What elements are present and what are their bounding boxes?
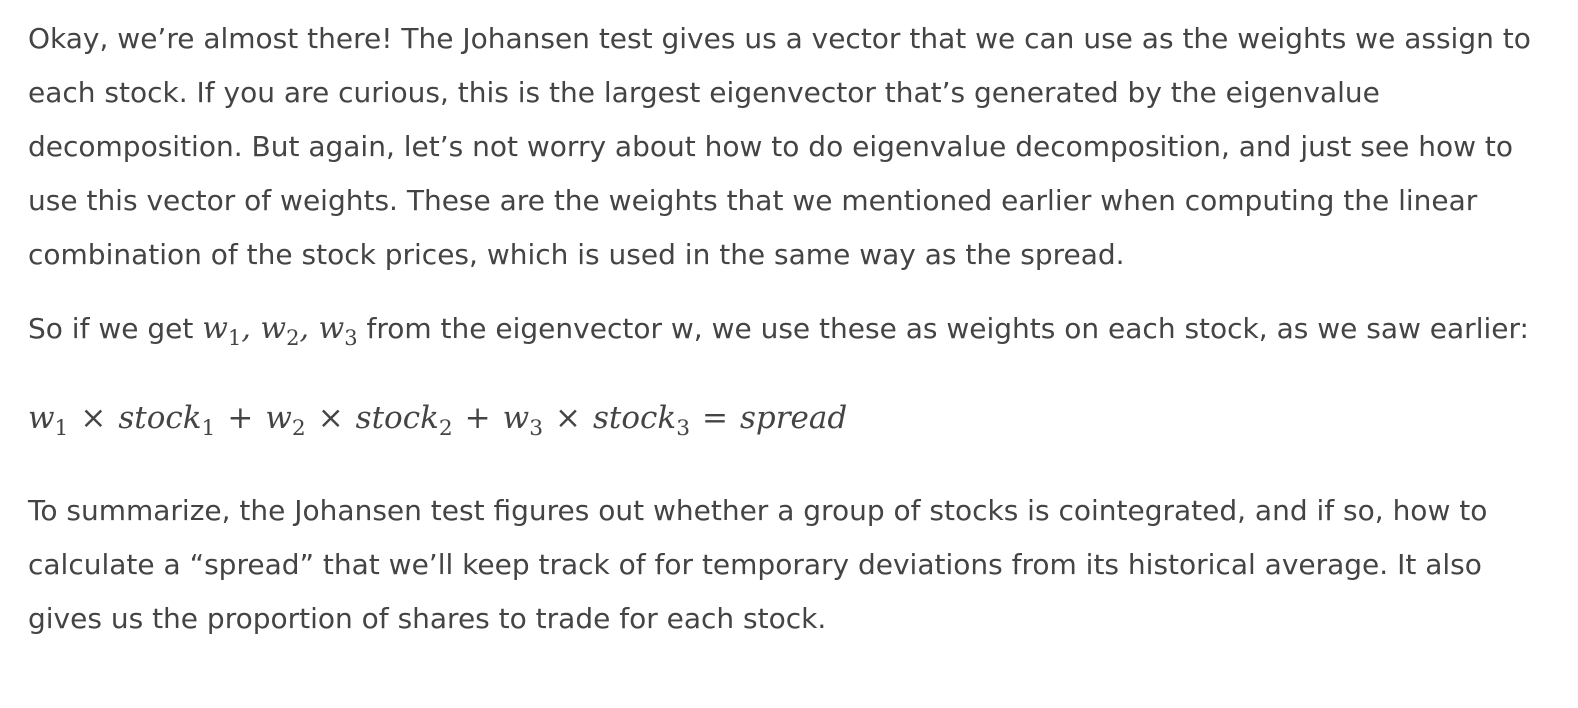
article-body: Okay, we’re almost there! The Johansen t… (0, 0, 1578, 646)
equation-w1-subscript: 1 (54, 416, 69, 442)
equation-w1: w1 (28, 400, 68, 441)
weight-w2-symbol: w (260, 311, 287, 346)
equation-plus-2: + (464, 400, 491, 436)
equation-stock2-symbol: stock (355, 400, 439, 436)
equation-spread: spread (739, 400, 848, 436)
equation-stock2-subscript: 2 (438, 416, 453, 442)
equation-stock3-symbol: stock (593, 400, 677, 436)
equation-w2-subscript: 2 (291, 416, 306, 442)
paragraph-weights-tail: from the eigenvector w, we use these as … (357, 312, 1529, 345)
equation-w2: w2 (265, 400, 305, 441)
equation-times-1: × (80, 400, 107, 436)
equation-stock1-subscript: 1 (201, 416, 216, 442)
paragraph-weights-lead: So if we get (28, 312, 203, 345)
paragraph-weights: So if we get w1, w2, w3 from the eigenve… (28, 302, 1560, 365)
equation-stock3-subscript: 3 (676, 416, 690, 442)
weight-w3-subscript: 3 (344, 326, 358, 350)
inline-comma-2: , (299, 311, 319, 346)
equation-times-3: × (555, 400, 581, 436)
equation-stock1: stock1 (118, 400, 215, 441)
weight-w2-subscript: 2 (286, 326, 300, 350)
paragraph-johansen-intro: Okay, we’re almost there! The Johansen t… (28, 22, 1531, 271)
equation-w3-symbol: w (502, 400, 530, 436)
equation-w1-symbol: w (28, 400, 55, 436)
inline-comma-1: , (241, 311, 261, 346)
equation-stock2: stock2 (355, 400, 453, 441)
weight-w1-symbol: w (202, 311, 228, 346)
equation-stock1-symbol: stock (118, 400, 202, 436)
equation-w3: w3 (502, 400, 543, 441)
equation-times-2: × (317, 400, 344, 436)
equation-w2-symbol: w (265, 400, 292, 436)
inline-math-weights: w1, w2, w3 (202, 311, 357, 350)
equation-plus-1: + (227, 400, 254, 436)
equation-stock3: stock3 (593, 400, 690, 441)
weight-w3-symbol: w (318, 311, 345, 346)
equation-w3-subscript: 3 (529, 416, 544, 442)
paragraph-summary: To summarize, the Johansen test figures … (28, 494, 1488, 636)
spread-equation: w1 × stock1 + w2 × stock2 + w3 × stock3 = spread (28, 391, 1560, 456)
weight-w1-subscript: 1 (227, 326, 242, 350)
equation-equals: = (702, 400, 728, 436)
